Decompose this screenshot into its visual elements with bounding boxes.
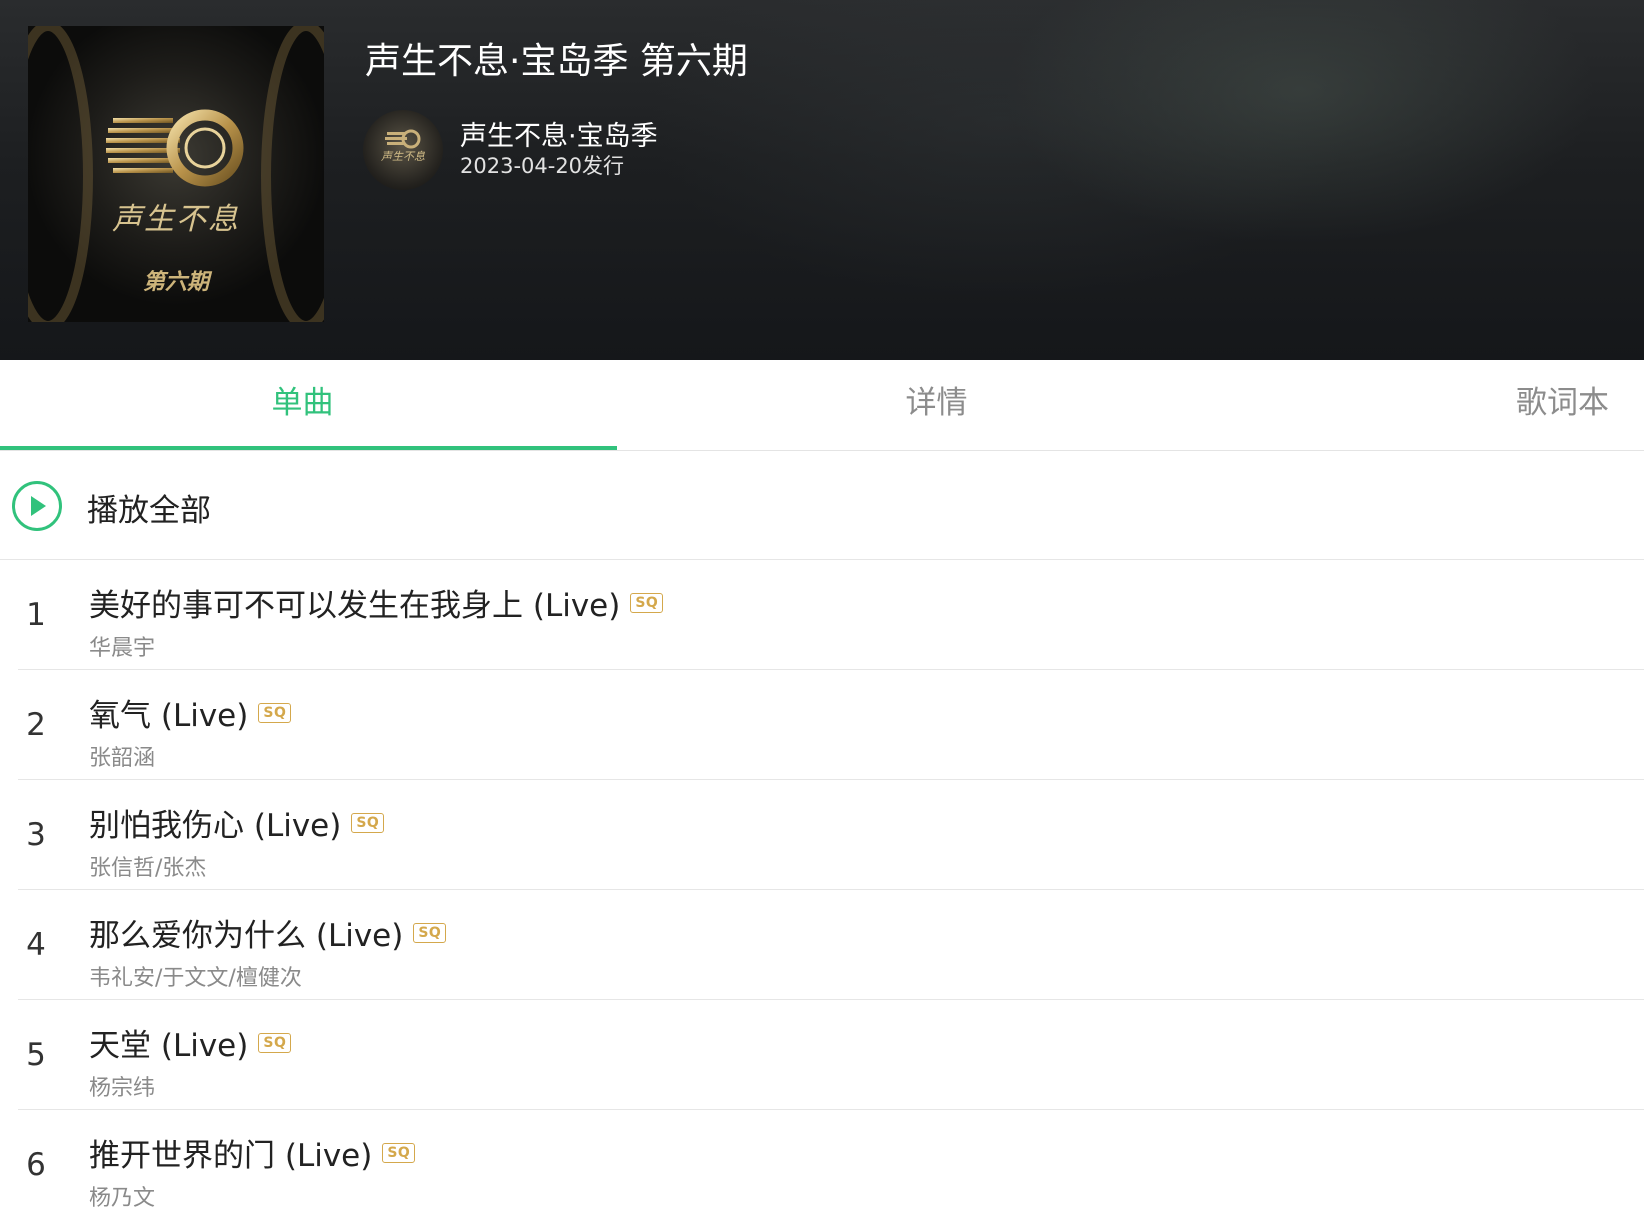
play-all-label: 播放全部 xyxy=(87,493,211,529)
tab-active-indicator xyxy=(0,446,617,450)
song-row[interactable]: 6 推开世界的门 (Live) SQ 杨乃文 xyxy=(0,1110,1644,1220)
song-artist: 张韶涵 xyxy=(89,746,156,771)
album-header: 声生不息 第六期 声生不息·宝岛季 第六期 声生不息 声生不息·宝岛季 2023… xyxy=(0,0,1644,360)
song-title: 推开世界的门 (Live) xyxy=(89,1138,373,1174)
song-artist: 韦礼安/于文文/檀健次 xyxy=(89,966,302,991)
cover-episode: 第六期 xyxy=(142,269,209,295)
artist-name[interactable]: 声生不息·宝岛季 xyxy=(460,114,658,153)
tab-singles[interactable]: 单曲 xyxy=(0,360,605,448)
song-title: 天堂 (Live) xyxy=(89,1028,249,1064)
song-index: 3 xyxy=(26,817,46,853)
sq-badge: SQ xyxy=(413,922,447,943)
sq-badge: SQ xyxy=(258,702,292,723)
song-index: 5 xyxy=(26,1037,46,1073)
song-row[interactable]: 4 那么爱你为什么 (Live) SQ 韦礼安/于文文/檀健次 xyxy=(0,890,1644,1000)
tab-details[interactable]: 详情 xyxy=(634,360,1239,448)
sq-badge: SQ xyxy=(382,1142,416,1163)
play-circle-icon xyxy=(12,481,62,531)
song-title: 氧气 (Live) xyxy=(89,698,249,734)
sq-badge: SQ xyxy=(258,1032,292,1053)
song-row[interactable]: 1 美好的事可不可以发生在我身上 (Live) SQ 华晨宇 xyxy=(0,560,1644,670)
song-artist: 杨乃文 xyxy=(89,1186,156,1211)
song-index: 4 xyxy=(26,927,46,963)
play-all-button[interactable]: 播放全部 xyxy=(0,451,1644,560)
album-cover[interactable]: 声生不息 第六期 xyxy=(28,26,324,322)
song-artist: 张信哲/张杰 xyxy=(89,856,207,881)
song-index: 6 xyxy=(26,1147,46,1183)
tab-bar: 单曲 详情 歌词本 xyxy=(0,360,1644,451)
avatar-title: 声生不息 xyxy=(381,150,425,163)
song-index: 1 xyxy=(26,597,46,633)
sq-badge: SQ xyxy=(630,592,664,613)
cover-title: 声生不息 xyxy=(112,202,240,237)
song-row[interactable]: 3 别怕我伤心 (Live) SQ 张信哲/张杰 xyxy=(0,780,1644,890)
song-index: 2 xyxy=(26,707,46,743)
album-title: 声生不息·宝岛季 第六期 xyxy=(365,41,748,82)
song-title: 那么爱你为什么 (Live) xyxy=(89,918,404,954)
artist-avatar[interactable]: 声生不息 xyxy=(363,110,443,190)
song-row[interactable]: 5 天堂 (Live) SQ 杨宗纬 xyxy=(0,1000,1644,1110)
song-artist: 华晨宇 xyxy=(89,636,156,661)
song-artist: 杨宗纬 xyxy=(89,1076,156,1101)
release-date: 2023-04-20发行 xyxy=(460,154,625,178)
sq-badge: SQ xyxy=(351,812,385,833)
song-row[interactable]: 2 氧气 (Live) SQ 张韶涵 xyxy=(0,670,1644,780)
song-title: 美好的事可不可以发生在我身上 (Live) xyxy=(89,588,621,624)
song-title: 别怕我伤心 (Live) xyxy=(89,808,342,844)
tab-lyrics[interactable]: 歌词本 xyxy=(1490,360,1635,448)
